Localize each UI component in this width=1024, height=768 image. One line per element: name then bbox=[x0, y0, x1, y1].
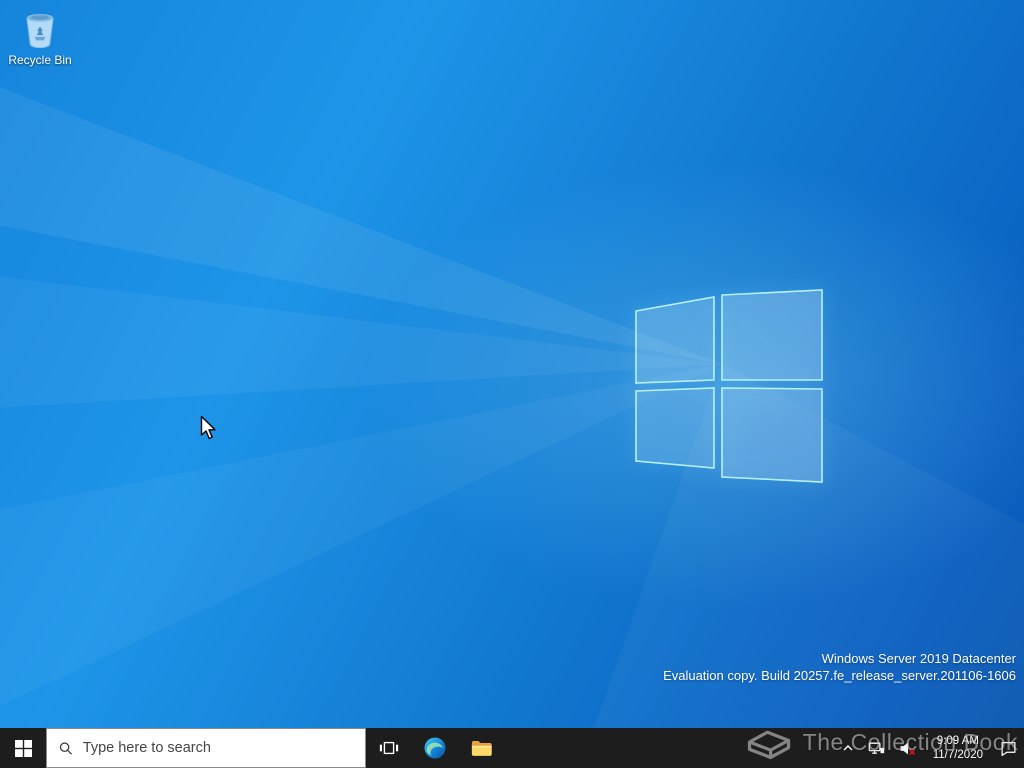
edition-line: Windows Server 2019 Datacenter bbox=[821, 651, 1016, 666]
action-center-icon bbox=[1001, 741, 1016, 756]
edge-button[interactable] bbox=[412, 728, 458, 768]
light-beam bbox=[0, 87, 722, 364]
build-line: Evaluation copy. Build 20257.fe_release_… bbox=[663, 668, 1016, 683]
search-icon bbox=[59, 741, 73, 755]
volume-muted-icon bbox=[900, 742, 915, 755]
action-center-button[interactable] bbox=[993, 728, 1024, 768]
windows-logo-wallpaper bbox=[635, 289, 823, 483]
volume-tray-button[interactable] bbox=[892, 728, 923, 768]
taskbar-empty-area bbox=[504, 728, 835, 768]
clock-date: 11/7/2020 bbox=[932, 749, 983, 761]
taskbar-search-box[interactable] bbox=[46, 728, 366, 768]
start-button[interactable] bbox=[0, 728, 46, 768]
file-explorer-button[interactable] bbox=[458, 728, 504, 768]
search-input[interactable] bbox=[82, 740, 353, 756]
show-hidden-icons-button[interactable] bbox=[835, 728, 861, 768]
windows-start-icon bbox=[14, 739, 32, 757]
network-tray-button[interactable] bbox=[861, 728, 892, 768]
taskbar: 9:09 AM 11/7/2020 bbox=[0, 728, 1024, 768]
clock-time: 9:09 AM bbox=[936, 735, 979, 747]
light-beam bbox=[0, 364, 722, 707]
edge-icon bbox=[424, 737, 446, 759]
taskbar-clock[interactable]: 9:09 AM 11/7/2020 bbox=[923, 728, 993, 768]
desktop[interactable]: Recycle Bin Windows Server 2019 Datacent… bbox=[0, 0, 1024, 728]
task-view-icon bbox=[379, 741, 399, 755]
recycle-bin-icon[interactable]: Recycle Bin bbox=[6, 8, 74, 67]
light-beam bbox=[0, 276, 722, 408]
system-tray: 9:09 AM 11/7/2020 bbox=[835, 728, 1024, 768]
recycle-bin-label: Recycle Bin bbox=[8, 53, 72, 67]
chevron-up-icon bbox=[843, 745, 853, 751]
task-view-button[interactable] bbox=[366, 728, 412, 768]
recycle-bin-glyph bbox=[26, 13, 54, 49]
file-explorer-icon bbox=[471, 740, 492, 756]
light-beam bbox=[593, 364, 1024, 728]
edition-watermark: Windows Server 2019 Datacenter Evaluatio… bbox=[663, 650, 1016, 684]
network-ethernet-icon bbox=[868, 742, 884, 754]
